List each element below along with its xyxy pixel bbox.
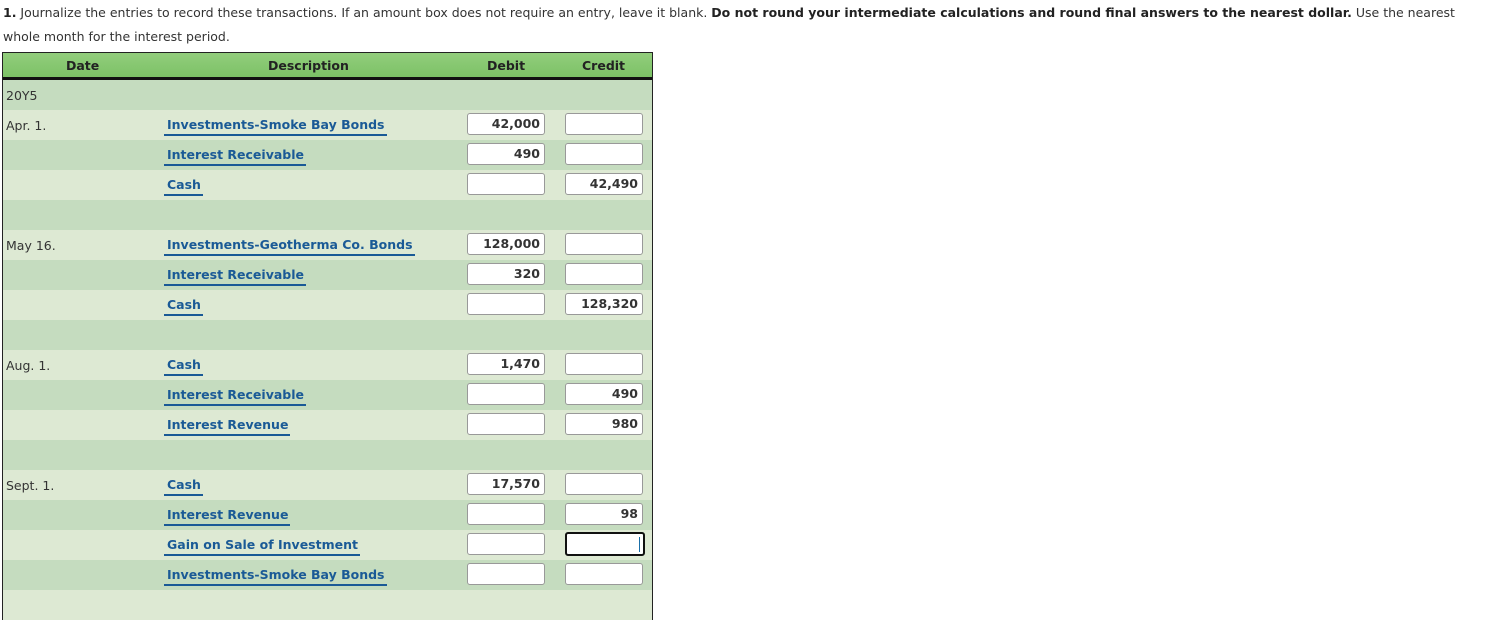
account-select[interactable]: Gain on Sale of Investment [164,537,360,556]
journal-row: Interest Revenue 98 [3,500,652,530]
credit-input[interactable] [565,233,643,255]
journal-row: Investments-Smoke Bay Bonds [3,560,652,590]
credit-input[interactable]: 980 [565,413,643,435]
year-label: 20Y5 [6,88,38,103]
credit-input[interactable] [565,532,645,556]
instructions-text: Journalize the entries to record these t… [16,5,712,20]
account-select[interactable]: Cash [164,477,203,496]
header-credit: Credit [582,58,626,73]
debit-input[interactable] [467,563,545,585]
credit-input[interactable] [565,143,643,165]
journal-row: Interest Receivable 490 [3,140,652,170]
account-select[interactable]: Cash [164,357,203,376]
credit-input[interactable] [565,473,643,495]
journal-row: Aug. 1. Cash 1,470 [3,350,652,380]
credit-input[interactable]: 98 [565,503,643,525]
entry-date: May 16. [6,238,56,253]
header-description: Description [268,58,349,73]
header-debit: Debit [487,58,526,73]
debit-input[interactable] [467,173,545,195]
entry-date: Sept. 1. [6,478,55,493]
question-number: 1. [3,5,17,20]
account-select[interactable]: Interest Receivable [164,267,306,286]
journal-row: Apr. 1. Investments-Smoke Bay Bonds 42,000 [3,110,652,140]
credit-input[interactable]: 490 [565,383,643,405]
journal-row: Interest Receivable 490 [3,380,652,410]
journal-table: Date Description Debit Credit 20Y5 Apr. … [2,52,653,620]
journal-row: Gain on Sale of Investment [3,530,652,560]
entry-date: Apr. 1. [6,118,47,133]
credit-input[interactable] [565,563,643,585]
spacer-row [3,320,652,350]
account-select[interactable]: Cash [164,297,203,316]
journal-row: Cash 42,490 [3,170,652,200]
instructions-bold: Do not round your intermediate calculati… [711,5,1352,20]
credit-input[interactable] [565,263,643,285]
account-select[interactable]: Investments-Geotherma Co. Bonds [164,237,415,256]
debit-input[interactable]: 42,000 [467,113,545,135]
debit-input[interactable] [467,413,545,435]
account-select[interactable]: Interest Receivable [164,147,306,166]
debit-input[interactable]: 1,470 [467,353,545,375]
journal-row: May 16. Investments-Geotherma Co. Bonds 12… [3,230,652,260]
debit-input[interactable]: 128,000 [467,233,545,255]
debit-input[interactable]: 17,570 [467,473,545,495]
account-select[interactable]: Investments-Smoke Bay Bonds [164,567,387,586]
debit-input[interactable] [467,533,545,555]
spacer-row [3,440,652,470]
debit-input[interactable] [467,383,545,405]
header-date: Date [66,58,100,73]
journal-row: Interest Receivable 320 [3,260,652,290]
debit-input[interactable] [467,503,545,525]
debit-input[interactable] [467,293,545,315]
account-select[interactable]: Cash [164,177,203,196]
debit-input[interactable]: 320 [467,263,545,285]
credit-input[interactable]: 128,320 [565,293,643,315]
account-select[interactable]: Investments-Smoke Bay Bonds [164,117,387,136]
text-cursor [639,537,640,552]
debit-input[interactable]: 490 [467,143,545,165]
journal-row: Sept. 1. Cash 17,570 [3,470,652,500]
credit-input[interactable] [565,113,643,135]
credit-input[interactable]: 42,490 [565,173,643,195]
journal-row: Interest Revenue 980 [3,410,652,440]
spacer-row [3,200,652,230]
spacer-row [3,590,652,620]
journal-row: Cash 128,320 [3,290,652,320]
account-select[interactable]: Interest Revenue [164,417,291,436]
account-select[interactable]: Interest Receivable [164,387,306,406]
account-select[interactable]: Interest Revenue [164,507,291,526]
journal-header: Date Description Debit Credit [3,53,652,80]
year-row: 20Y5 [3,80,652,110]
instructions: 1. Journalize the entries to record thes… [3,1,1487,49]
entry-date: Aug. 1. [6,358,51,373]
credit-input[interactable] [565,353,643,375]
